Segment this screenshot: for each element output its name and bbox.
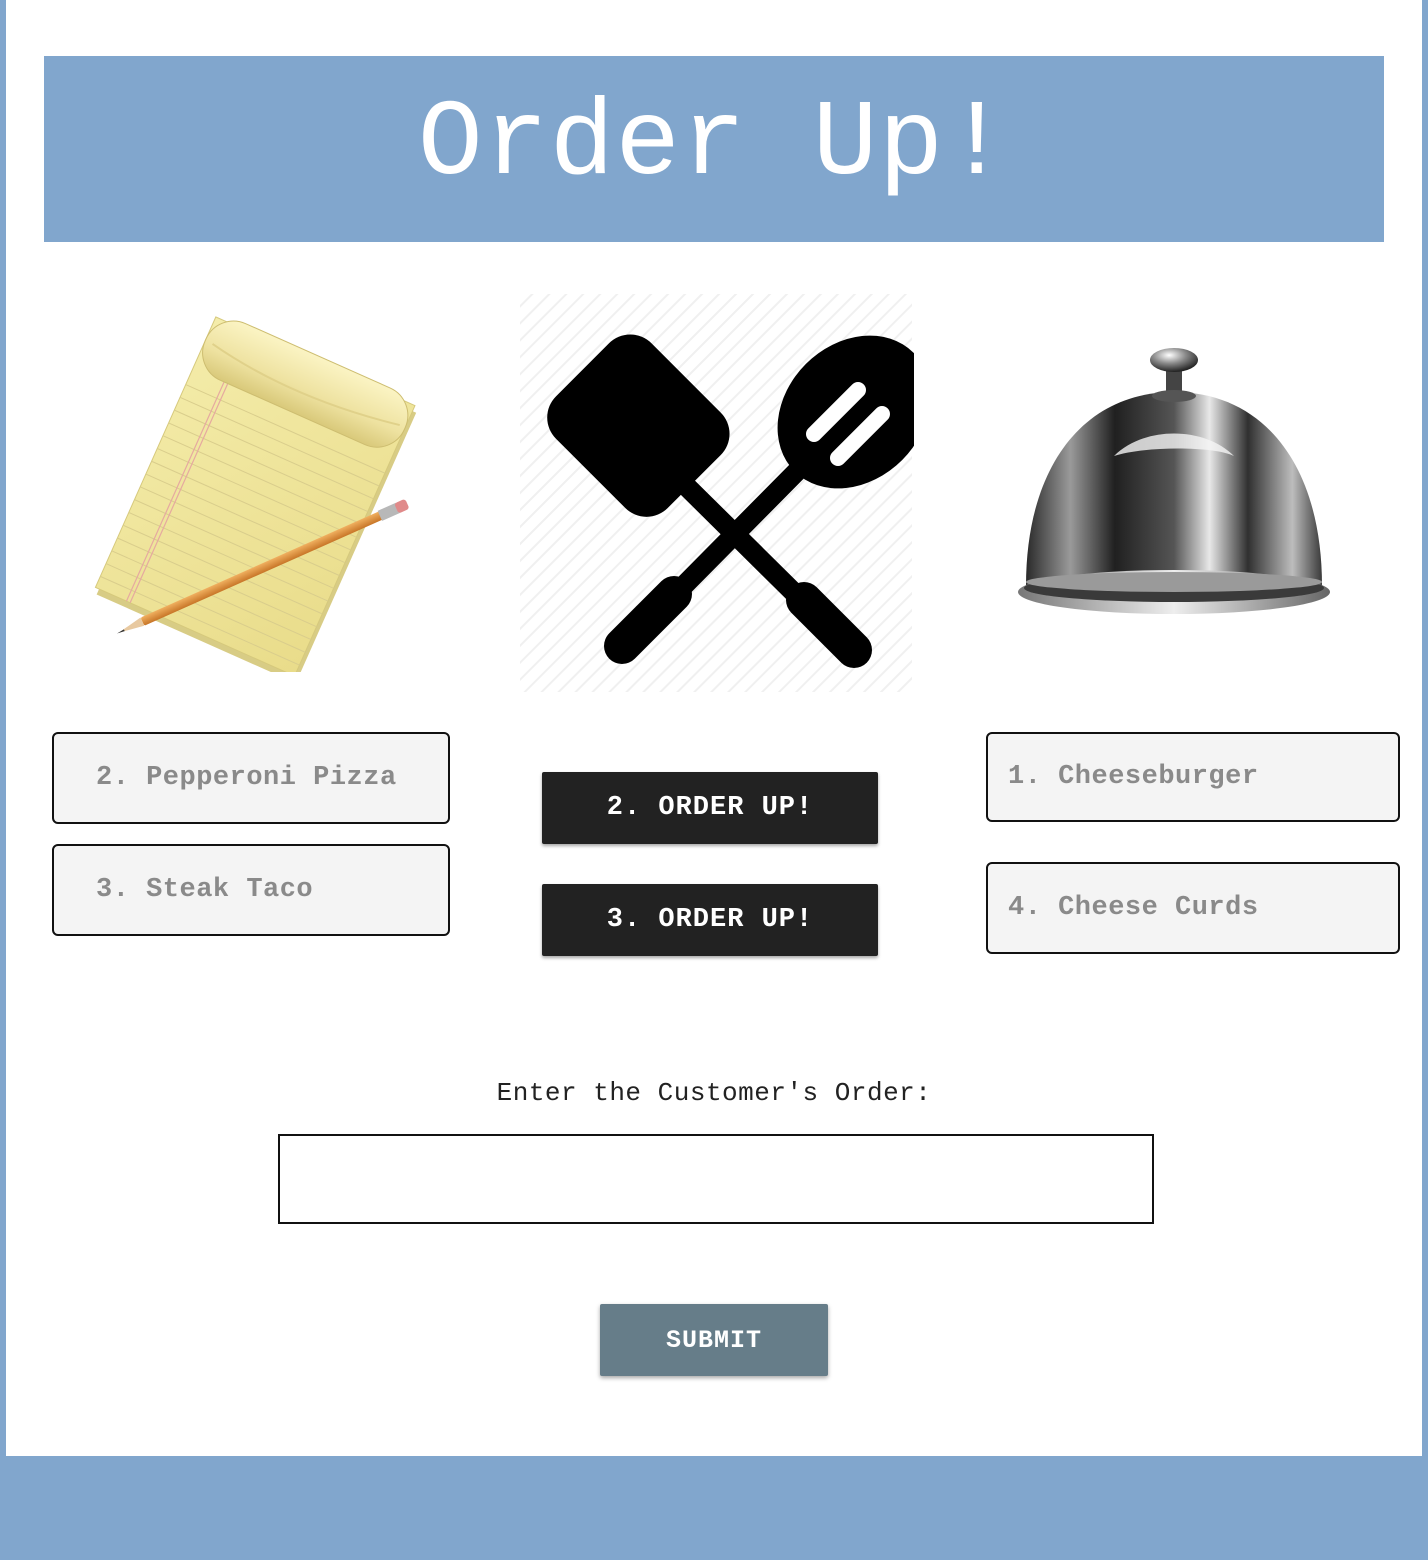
served-order-cheeseburger[interactable]: 1. Cheeseburger: [986, 732, 1400, 822]
queued-order-steak-taco[interactable]: 3. Steak Taco: [52, 844, 450, 936]
served-order-cheese-curds[interactable]: 4. Cheese Curds: [986, 862, 1400, 954]
queued-order-label: 2. Pepperoni Pizza: [96, 763, 397, 793]
cloche-icon: [1018, 348, 1330, 614]
customer-order-input[interactable]: [278, 1134, 1154, 1224]
order-up-button-3[interactable]: 3. ORDER UP!: [542, 884, 878, 956]
order-up-button-2[interactable]: 2. ORDER UP!: [542, 772, 878, 844]
header-banner: Order Up!: [44, 56, 1384, 242]
served-order-label: 1. Cheeseburger: [1008, 762, 1259, 792]
page-title: Order Up!: [417, 84, 1011, 206]
served-order-label: 4. Cheese Curds: [1008, 893, 1259, 923]
queued-order-label: 3. Steak Taco: [96, 875, 314, 905]
submit-button[interactable]: SUBMIT: [600, 1304, 828, 1376]
order-prompt-label: Enter the Customer's Order:: [496, 1078, 932, 1108]
notepad-icon: [94, 316, 417, 672]
queued-order-pepperoni-pizza[interactable]: 2. Pepperoni Pizza: [52, 732, 450, 824]
footer-band: [0, 1456, 1428, 1560]
page: Order Up! 2. Pepperoni Pizza 3. Steak Ta…: [6, 0, 1422, 1456]
utensils-icon: [520, 294, 914, 692]
